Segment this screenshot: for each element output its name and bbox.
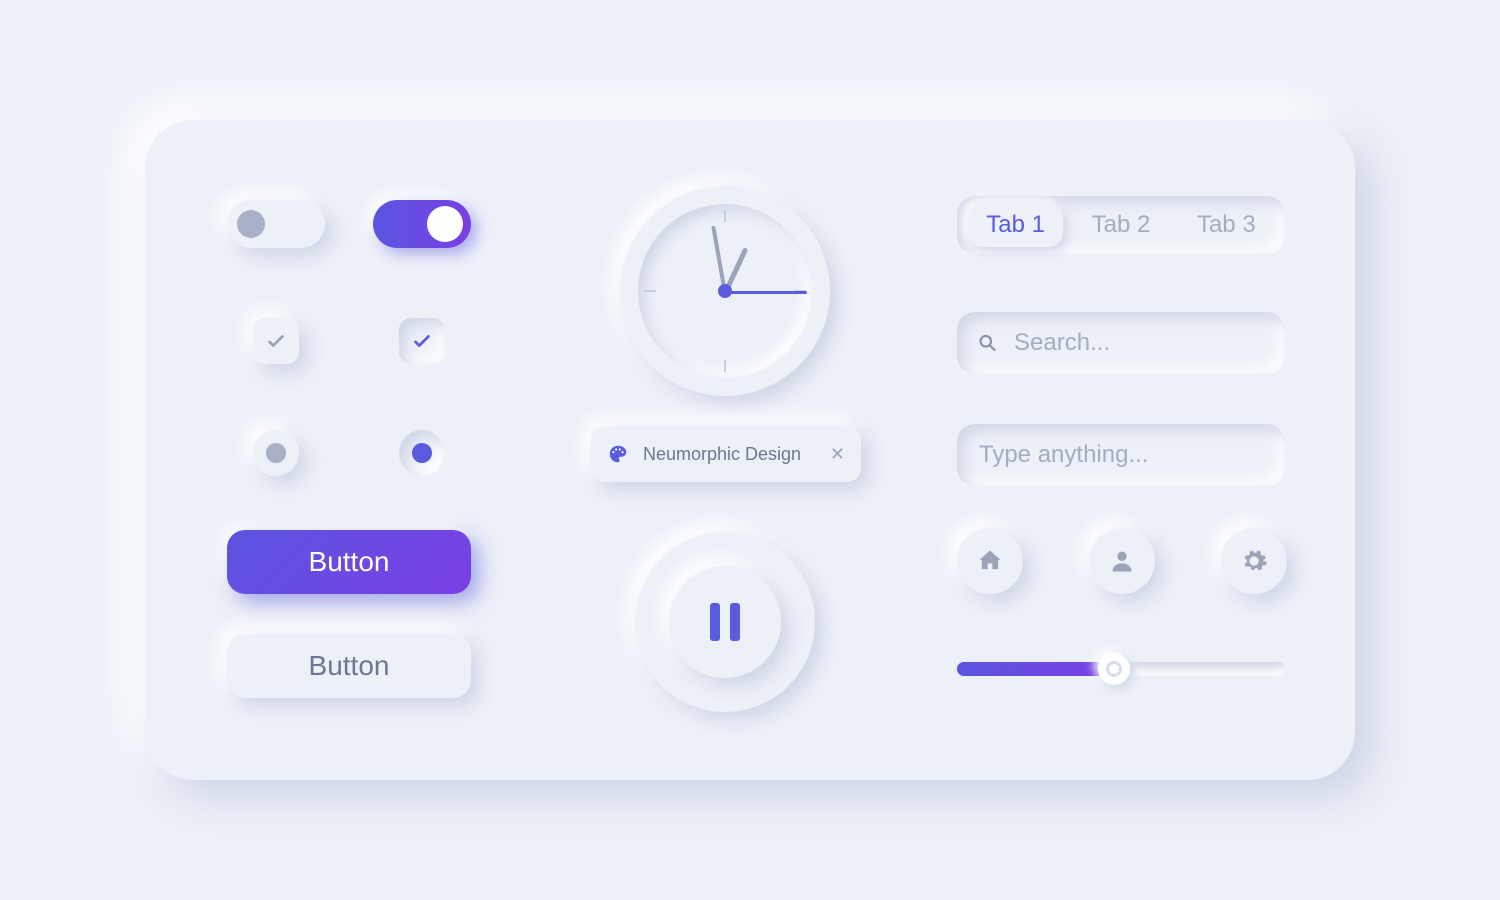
primary-button[interactable]: Button (227, 530, 471, 594)
checkbox-grey[interactable] (253, 318, 299, 364)
tab-1[interactable]: Tab 1 (968, 203, 1063, 247)
clock-tick (724, 210, 726, 222)
radio-dot (266, 443, 286, 463)
slider[interactable] (957, 662, 1285, 676)
clock-tick (724, 360, 726, 372)
pause-icon (710, 603, 740, 641)
clock-tick (644, 290, 656, 292)
home-icon (976, 547, 1004, 575)
text-field[interactable] (957, 424, 1285, 486)
toggle-knob (237, 210, 265, 238)
settings-button[interactable] (1221, 528, 1287, 594)
check-icon (411, 330, 433, 352)
tab-3[interactable]: Tab 3 (1179, 203, 1274, 247)
button-label: Button (309, 650, 390, 682)
check-icon (265, 330, 287, 352)
user-button[interactable] (1089, 528, 1155, 594)
button-label: Button (309, 546, 390, 578)
chip-label: Neumorphic Design (643, 444, 801, 465)
clock-second-hand (725, 291, 807, 294)
clock-face (638, 204, 812, 378)
secondary-button[interactable]: Button (227, 634, 471, 698)
media-button-outer (635, 532, 815, 712)
palette-icon (607, 443, 629, 465)
search-input[interactable] (1012, 328, 1265, 358)
checkbox-accent[interactable] (399, 318, 445, 364)
home-button[interactable] (957, 528, 1023, 594)
chip[interactable]: Neumorphic Design ✕ (591, 426, 861, 482)
tab-label: Tab 2 (1092, 211, 1151, 238)
radio-accent[interactable] (399, 430, 445, 476)
close-icon[interactable]: ✕ (830, 444, 845, 465)
toggle-on[interactable] (373, 200, 471, 248)
text-input[interactable] (977, 440, 1265, 470)
toggle-off[interactable] (227, 200, 325, 248)
clock (620, 186, 830, 396)
tab-2[interactable]: Tab 2 (1074, 203, 1169, 247)
user-icon (1108, 547, 1136, 575)
radio-dot (412, 443, 432, 463)
pause-button[interactable] (669, 566, 781, 678)
slider-fill (957, 662, 1114, 676)
search-field[interactable] (957, 312, 1285, 374)
tab-label: Tab 3 (1197, 211, 1256, 238)
clock-center (718, 284, 732, 298)
radio-grey[interactable] (253, 430, 299, 476)
tab-label: Tab 1 (986, 211, 1045, 238)
toggle-knob (427, 206, 463, 242)
gear-icon (1240, 547, 1268, 575)
tab-bar: Tab 1 Tab 2 Tab 3 (957, 196, 1285, 254)
slider-thumb[interactable] (1098, 653, 1130, 685)
ui-kit-card: Button Button Neumorphic Design ✕ Tab 1 … (145, 120, 1355, 780)
search-icon (977, 331, 998, 355)
